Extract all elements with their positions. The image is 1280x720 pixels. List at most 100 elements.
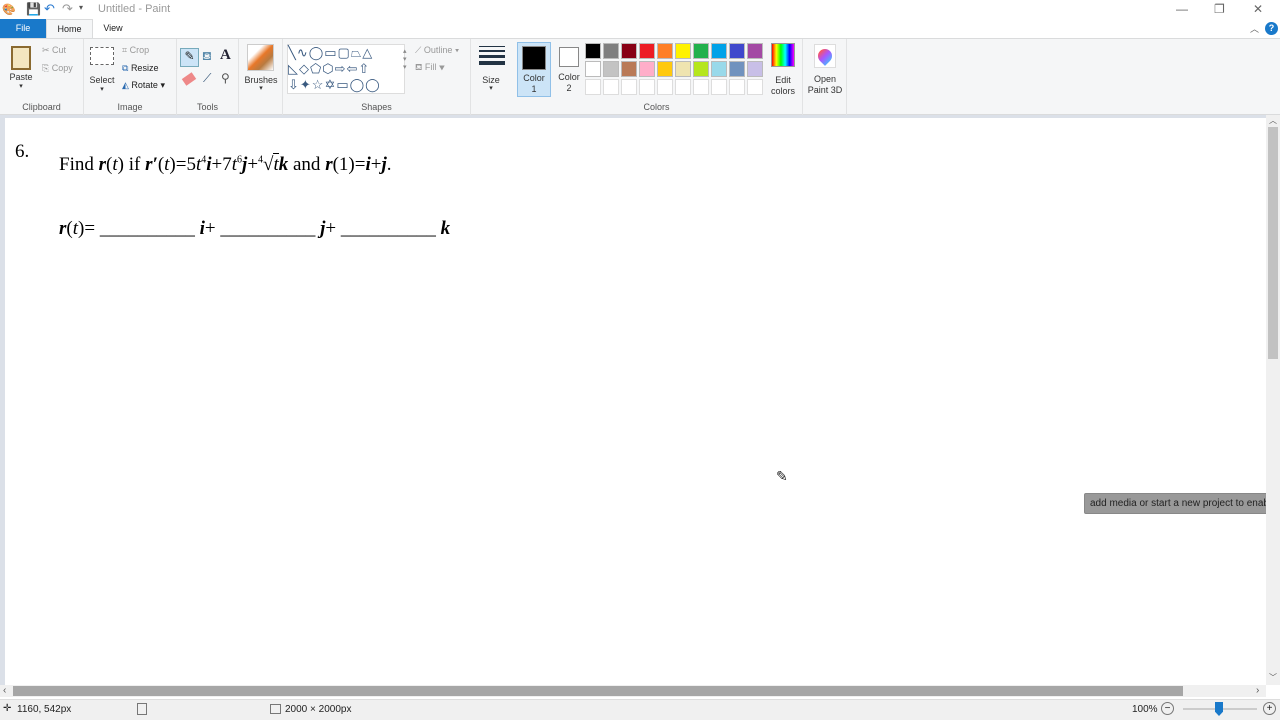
zoom-slider-thumb[interactable] bbox=[1215, 702, 1223, 716]
collapse-ribbon-icon[interactable]: ︿ bbox=[1250, 22, 1259, 35]
shapes-gallery[interactable]: ╲∿◯▭▢⏢△ ◺◇⬠⬡⇨⇦⇧ ⇩✦☆✡▭◯◯ bbox=[287, 44, 405, 94]
rotate-button[interactable]: ◭ Rotate ▾ bbox=[122, 80, 165, 91]
horizontal-scrollbar[interactable]: ‹ › bbox=[0, 685, 1266, 697]
copy-button[interactable]: ⎘ Copy bbox=[42, 63, 73, 74]
palette-color-swatch[interactable] bbox=[711, 43, 727, 59]
tab-view[interactable]: View bbox=[93, 19, 133, 38]
scroll-up-icon[interactable]: ︿ bbox=[1269, 115, 1277, 126]
zoom-in-icon[interactable]: + bbox=[1263, 702, 1276, 715]
restore-icon[interactable]: ❐ bbox=[1214, 2, 1225, 16]
answer-line: r(t)= __________ i+ __________ j+ ______… bbox=[59, 218, 450, 240]
palette-color-swatch[interactable] bbox=[693, 43, 709, 59]
outline-button[interactable]: ⟋ Outline ▾ bbox=[415, 45, 459, 56]
custom-color-slot[interactable] bbox=[585, 79, 601, 95]
a-plus: + bbox=[204, 218, 216, 239]
q-k: k bbox=[278, 154, 289, 175]
custom-color-slot[interactable] bbox=[729, 79, 745, 95]
palette-color-swatch[interactable] bbox=[621, 61, 637, 77]
palette-color-swatch[interactable] bbox=[639, 43, 655, 59]
palette-color-swatch[interactable] bbox=[603, 61, 619, 77]
custom-color-slot[interactable] bbox=[711, 79, 727, 95]
clipboard-group: Paste ▾ ✂ Cut ⎘ Copy Clipboard bbox=[0, 39, 84, 115]
tab-home[interactable]: Home bbox=[46, 19, 93, 39]
cut-button[interactable]: ✂ Cut bbox=[42, 45, 66, 56]
palette-color-swatch[interactable] bbox=[747, 61, 763, 77]
palette-color-swatch[interactable] bbox=[621, 43, 637, 59]
custom-color-slot[interactable] bbox=[675, 79, 691, 95]
open-paint3d-button[interactable]: Open Paint 3D bbox=[803, 39, 847, 115]
quick-access-dropdown-icon[interactable]: ▾ bbox=[79, 3, 83, 12]
q-rprime: r′ bbox=[145, 154, 158, 175]
zoom-out-icon[interactable]: − bbox=[1161, 702, 1174, 715]
tools-group-label: Tools bbox=[196, 102, 218, 112]
paste-button[interactable]: Paste ▾ bbox=[8, 44, 34, 109]
paste-label: Paste bbox=[9, 72, 33, 82]
palette-color-swatch[interactable] bbox=[585, 43, 601, 59]
custom-color-slot[interactable] bbox=[639, 79, 655, 95]
palette-color-swatch[interactable] bbox=[693, 61, 709, 77]
fill-button[interactable]: ⛾ Fill ▾ bbox=[415, 62, 445, 74]
size-button[interactable]: Size ▾ bbox=[471, 39, 511, 115]
pencil-icon[interactable]: ✎ bbox=[180, 48, 199, 67]
horizontal-scroll-thumb[interactable] bbox=[13, 686, 1183, 696]
undo-icon[interactable]: ↶ bbox=[44, 1, 55, 17]
edit-colors-button[interactable]: Edit colors bbox=[768, 43, 798, 97]
palette-color-swatch[interactable] bbox=[747, 43, 763, 59]
close-icon[interactable]: ✕ bbox=[1253, 2, 1263, 16]
custom-color-slot[interactable] bbox=[657, 79, 673, 95]
palette-color-swatch[interactable] bbox=[585, 61, 601, 77]
edit-colors-label: Edit colors bbox=[770, 75, 795, 96]
pencil-cursor-icon: ✎ bbox=[776, 468, 788, 484]
palette-color-swatch[interactable] bbox=[657, 61, 673, 77]
drawing-canvas[interactable]: 6. Find r(t) if r′(t)=5t4i+7t6j+4√tk and… bbox=[0, 115, 1266, 685]
save-icon[interactable]: 💾 bbox=[26, 2, 41, 16]
palette-color-swatch[interactable] bbox=[603, 43, 619, 59]
custom-color-slot[interactable] bbox=[693, 79, 709, 95]
problem-question: Find r(t) if r′(t)=5t4i+7t6j+4√tk and r(… bbox=[59, 153, 392, 176]
window-title: Untitled - Paint bbox=[98, 3, 171, 15]
brushes-group[interactable]: Brushes ▾ bbox=[239, 39, 283, 115]
q-plus: + bbox=[247, 154, 259, 175]
text-tool-icon[interactable]: A bbox=[220, 47, 231, 64]
scroll-left-icon[interactable]: ‹ bbox=[3, 685, 6, 696]
q-num: 1 bbox=[338, 154, 349, 175]
tab-file[interactable]: File bbox=[0, 19, 46, 38]
select-button[interactable]: Select ▾ bbox=[89, 47, 115, 93]
scroll-down-icon[interactable]: ﹀ bbox=[1269, 672, 1277, 683]
color2-button[interactable]: Color 2 bbox=[555, 42, 583, 97]
fill-label: Fill bbox=[424, 62, 437, 72]
gallery-scroll-icon[interactable]: ▴ ▾ ▾ bbox=[403, 47, 407, 71]
q-dot: . bbox=[386, 154, 392, 175]
palette-color-swatch[interactable] bbox=[639, 61, 655, 77]
q-num: 7 bbox=[222, 154, 232, 175]
crop-icon: ⌗ bbox=[122, 45, 130, 55]
minimize-icon[interactable]: — bbox=[1176, 2, 1188, 16]
palette-color-swatch[interactable] bbox=[657, 43, 673, 59]
palette-color-swatch[interactable] bbox=[675, 43, 691, 59]
vertical-scroll-thumb[interactable] bbox=[1268, 127, 1278, 359]
edit-colors-icon bbox=[771, 43, 795, 67]
palette-color-swatch[interactable] bbox=[675, 61, 691, 77]
eraser-icon[interactable] bbox=[181, 72, 197, 86]
color-picker-icon[interactable]: ⟋ bbox=[203, 71, 211, 86]
redo-icon[interactable]: ↷ bbox=[62, 1, 73, 17]
fill-bucket-icon[interactable]: ⛾ bbox=[202, 49, 212, 65]
palette-color-swatch[interactable] bbox=[711, 61, 727, 77]
scroll-right-icon[interactable]: › bbox=[1256, 685, 1259, 696]
custom-color-slot[interactable] bbox=[747, 79, 763, 95]
vertical-scrollbar[interactable]: ︿ ﹀ bbox=[1266, 115, 1280, 685]
tools-group: ✎ ⛾ A ⟋ ⚲ Tools bbox=[177, 39, 239, 115]
resize-button[interactable]: ⧉ Resize bbox=[122, 63, 158, 74]
crop-button[interactable]: ⌗ Crop bbox=[122, 45, 149, 56]
resize-icon: ⧉ bbox=[122, 63, 131, 73]
custom-color-slot[interactable] bbox=[603, 79, 619, 95]
ribbon: Paste ▾ ✂ Cut ⎘ Copy Clipboard Select ▾ ⌗… bbox=[0, 38, 1280, 115]
help-icon[interactable]: ? bbox=[1265, 22, 1278, 35]
copy-icon: ⎘ bbox=[42, 63, 52, 73]
palette-color-swatch[interactable] bbox=[729, 43, 745, 59]
magnifier-icon[interactable]: ⚲ bbox=[221, 71, 230, 85]
palette-color-swatch[interactable] bbox=[729, 61, 745, 77]
custom-color-slot[interactable] bbox=[621, 79, 637, 95]
color1-button[interactable]: Color 1 bbox=[517, 42, 551, 97]
shapes-group: ╲∿◯▭▢⏢△ ◺◇⬠⬡⇨⇦⇧ ⇩✦☆✡▭◯◯ ▴ ▾ ▾ ⟋ Outline ▾ ⛾ … bbox=[283, 39, 471, 115]
